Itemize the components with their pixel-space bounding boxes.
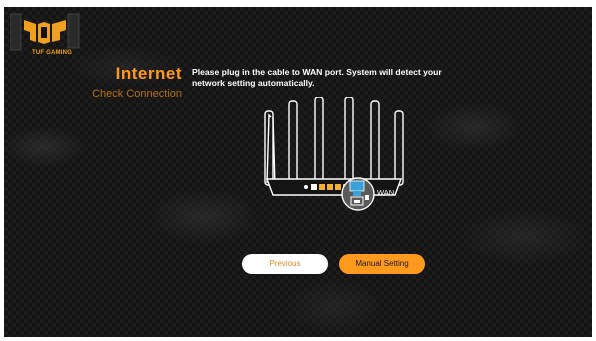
page: TUF GAMING Internet Check Connection Ple… — [0, 0, 596, 341]
wan-label: WAN — [377, 188, 395, 197]
instruction-text: Please plug in the cable to WAN port. Sy… — [192, 67, 442, 88]
logo-text: TUF GAMING — [32, 50, 72, 56]
step-title: Internet Check Connection — [92, 64, 182, 101]
page-heading: Internet — [115, 64, 182, 83]
ethernet-cable-icon — [341, 177, 375, 211]
previous-button[interactable]: Previous — [242, 254, 328, 274]
wan-port-callout: WAN — [339, 175, 419, 213]
manual-setting-button[interactable]: Manual Setting — [339, 254, 425, 274]
page-subheading: Check Connection — [92, 88, 182, 100]
setup-wizard-screen: TUF GAMING Internet Check Connection Ple… — [4, 7, 592, 337]
tuf-gaming-logo: TUF GAMING — [9, 10, 82, 58]
